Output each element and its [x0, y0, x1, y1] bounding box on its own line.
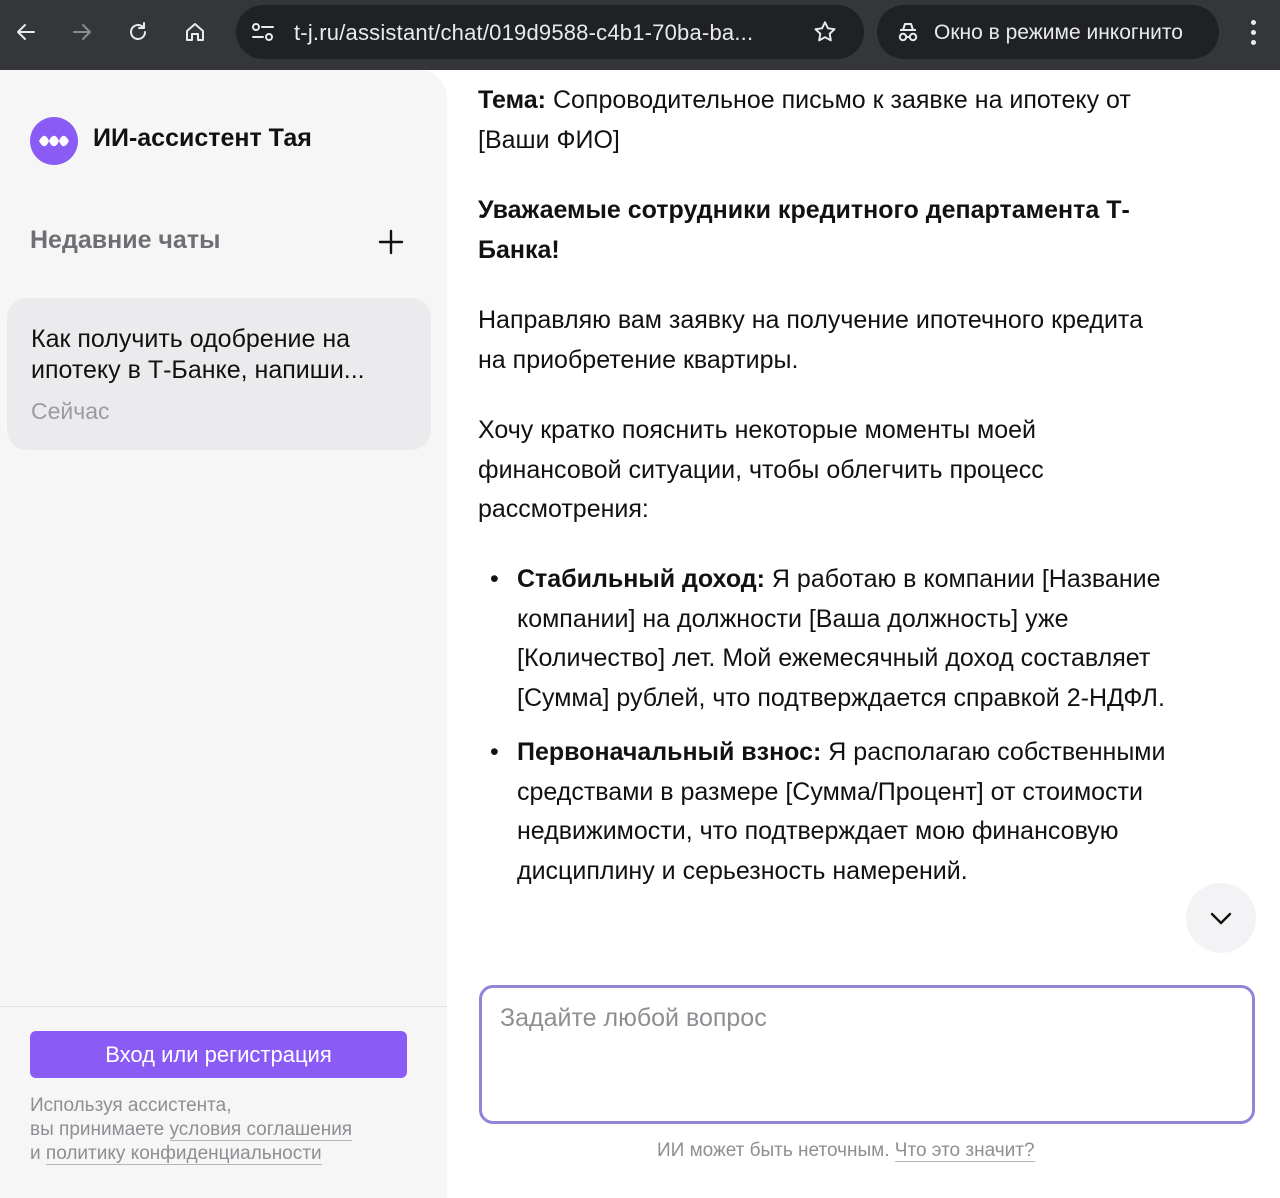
- subject-text: Сопроводительное письмо к заявке на ипот…: [478, 86, 1131, 154]
- login-register-button[interactable]: Вход или регистрация: [30, 1031, 407, 1078]
- message-greeting: Уважаемые сотрудники кредитного департам…: [478, 191, 1168, 270]
- greeting-text: Уважаемые сотрудники кредитного департам…: [478, 196, 1130, 264]
- plus-icon[interactable]: [376, 227, 406, 257]
- disclaimer-text: ИИ может быть неточным.: [657, 1140, 895, 1161]
- chat-title: Как получить одобрение на ипотеку в Т-Ба…: [31, 325, 365, 384]
- site-settings-icon[interactable]: [250, 20, 276, 44]
- question-input[interactable]: [500, 1004, 1230, 1104]
- incognito-icon: [898, 23, 918, 42]
- browser-toolbar: t-j.ru/assistant/chat/019d9588-c4b1-70ba…: [0, 0, 1280, 70]
- scroll-down-button[interactable]: [1186, 883, 1256, 953]
- chat-main: Тема: Сопроводительное письмо к заявке н…: [447, 70, 1280, 1198]
- message-subject: Тема: Сопроводительное письмо к заявке н…: [478, 81, 1168, 160]
- forward-arrow-icon: [73, 24, 91, 40]
- chat-list-item[interactable]: Как получить одобрение на ипотеку в Т-Ба…: [7, 298, 431, 450]
- list-item: Первоначальный взнос: Я располагаю собст…: [478, 733, 1178, 891]
- message-bullet-list: Стабильный доход: Я работаю в компании […: [478, 560, 1178, 906]
- assistant-logo[interactable]: [30, 117, 78, 165]
- recent-chats-heading: Недавние чаты: [30, 226, 221, 254]
- terms-link[interactable]: условия соглашения: [169, 1119, 353, 1141]
- legal-line-2: вы принимаете условия соглашения: [30, 1118, 430, 1142]
- reload-button[interactable]: [120, 14, 156, 50]
- legal-line-3: и политику конфиденциальности: [30, 1142, 430, 1166]
- menu-dots-icon[interactable]: [1240, 14, 1266, 50]
- sidebar: ИИ-ассистент Тая Недавние чаты Как получ…: [0, 70, 447, 1198]
- what-does-it-mean-link[interactable]: Что это значит?: [894, 1140, 1035, 1162]
- chevron-down-icon: [1210, 912, 1232, 925]
- bookmark-star-icon[interactable]: [812, 19, 838, 45]
- composer: [479, 985, 1255, 1124]
- divider: [0, 1006, 447, 1007]
- incognito-chip[interactable]: Окно в режиме инкогнито: [877, 5, 1219, 59]
- bullet-label: Стабильный доход:: [517, 565, 765, 593]
- brand-title[interactable]: ИИ-ассистент Тая: [93, 124, 312, 153]
- home-icon: [186, 23, 204, 41]
- legal-text: вы принимаете: [30, 1119, 170, 1140]
- subject-label: Тема:: [478, 86, 546, 114]
- waveform-logo-icon: [39, 135, 69, 147]
- back-button[interactable]: [8, 14, 44, 50]
- incognito-label: Окно в режиме инкогнито: [934, 21, 1183, 44]
- home-button[interactable]: [177, 14, 213, 50]
- privacy-link[interactable]: политику конфиденциальности: [45, 1143, 322, 1165]
- legal-text: и: [30, 1143, 46, 1164]
- message-paragraph: Хочу кратко пояснить некоторые моменты м…: [478, 416, 1044, 523]
- chat-time: Сейчас: [31, 398, 110, 424]
- url-text[interactable]: t-j.ru/assistant/chat/019d9588-c4b1-70ba…: [294, 20, 753, 46]
- legal-line-1: Используя ассистента,: [30, 1095, 232, 1116]
- forward-button[interactable]: [64, 14, 100, 50]
- back-arrow-icon: [17, 24, 35, 40]
- address-bar[interactable]: t-j.ru/assistant/chat/019d9588-c4b1-70ba…: [236, 5, 864, 59]
- list-item: Стабильный доход: Я работаю в компании […: [478, 560, 1178, 718]
- bullet-label: Первоначальный взнос:: [517, 738, 822, 766]
- legal-notice: Используя ассистента, вы принимаете усло…: [30, 1094, 430, 1166]
- reload-icon: [130, 22, 146, 40]
- message-paragraph: Направляю вам заявку на получение ипотеч…: [478, 306, 1143, 374]
- ai-disclaimer: ИИ может быть неточным. Что это значит?: [657, 1140, 1035, 1162]
